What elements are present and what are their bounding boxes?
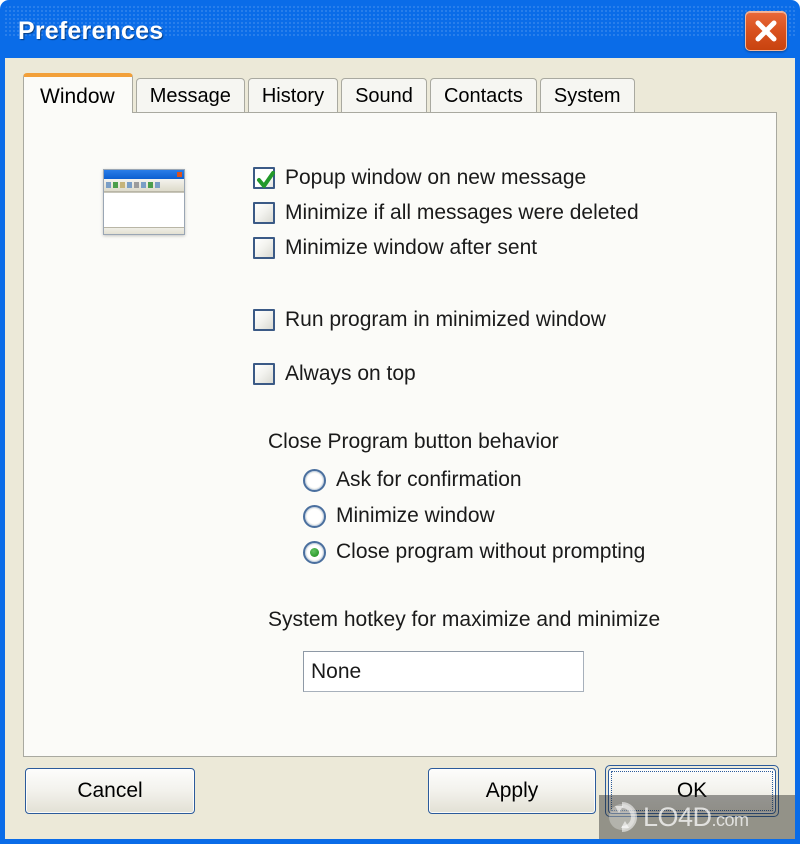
radio-label: Ask for confirmation xyxy=(336,468,522,491)
title-bar[interactable]: Preferences xyxy=(5,4,795,58)
checkbox-row-always-on-top[interactable]: Always on top xyxy=(253,362,416,386)
radio-row-ask-confirmation[interactable]: Ask for confirmation xyxy=(303,468,522,492)
checkmark-icon xyxy=(257,171,275,188)
tab-window[interactable]: Window xyxy=(23,73,133,113)
apply-button[interactable]: Apply xyxy=(428,768,596,814)
tab-panel-window: Popup window on new message Minimize if … xyxy=(23,112,777,757)
checkbox-minimize-if-deleted[interactable] xyxy=(253,202,275,224)
tab-system[interactable]: System xyxy=(539,78,635,112)
tab-contacts[interactable]: Contacts xyxy=(429,78,537,112)
checkbox-popup-window[interactable] xyxy=(253,167,275,189)
preview-toolbar xyxy=(104,179,184,192)
cancel-button[interactable]: Cancel xyxy=(25,768,195,814)
dialog-client-area: Window Message History Sound Contacts Sy… xyxy=(5,58,795,839)
checkbox-label: Popup window on new message xyxy=(285,166,587,189)
checkbox-minimize-after-sent[interactable] xyxy=(253,237,275,259)
close-x-icon xyxy=(755,20,777,42)
checkbox-row-popup-window[interactable]: Popup window on new message xyxy=(253,166,586,190)
tab-label: Sound xyxy=(355,85,413,107)
tab-label: Contacts xyxy=(443,85,523,107)
checkbox-label: Run program in minimized window xyxy=(285,308,606,331)
close-behavior-group-label: Close Program button behavior xyxy=(268,430,559,453)
checkbox-always-on-top[interactable] xyxy=(253,363,275,385)
preview-titlebar xyxy=(104,170,184,179)
preview-close-dot xyxy=(177,172,182,177)
checkbox-row-run-minimized[interactable]: Run program in minimized window xyxy=(253,308,606,332)
tab-label: System xyxy=(553,85,621,107)
tab-label: History xyxy=(261,85,325,107)
radio-close-without-prompting[interactable] xyxy=(303,540,326,564)
radio-row-close-without-prompting[interactable]: Close program without prompting xyxy=(303,540,645,564)
radio-label: Minimize window xyxy=(336,504,495,527)
hotkey-label: System hotkey for maximize and minimize xyxy=(268,608,661,631)
window-preview-thumbnail-icon xyxy=(103,169,185,235)
tab-label: Window xyxy=(40,85,115,108)
radio-row-minimize-window[interactable]: Minimize window xyxy=(303,504,495,528)
dialog-footer: Cancel Apply OK LO4D.com xyxy=(5,757,795,839)
tab-message[interactable]: Message xyxy=(135,78,245,112)
checkbox-label: Always on top xyxy=(285,362,416,385)
preview-body xyxy=(104,192,184,227)
checkbox-row-minimize-after-sent[interactable]: Minimize window after sent xyxy=(253,236,537,260)
checkbox-label: Minimize if all messages were deleted xyxy=(285,201,639,224)
ok-button[interactable]: OK xyxy=(605,765,779,817)
radio-minimize-window[interactable] xyxy=(303,504,326,528)
hotkey-input[interactable]: None xyxy=(303,651,584,692)
preferences-dialog-window: Preferences Window Message History Sound… xyxy=(0,0,800,844)
close-button[interactable] xyxy=(745,11,787,51)
checkbox-row-minimize-if-deleted[interactable]: Minimize if all messages were deleted xyxy=(253,201,639,225)
tab-label: Message xyxy=(149,85,231,107)
tab-strip: Window Message History Sound Contacts Sy… xyxy=(23,72,795,113)
checkbox-label: Minimize window after sent xyxy=(285,236,538,259)
radio-label: Close program without prompting xyxy=(336,540,646,563)
window-title: Preferences xyxy=(18,16,164,45)
tab-sound[interactable]: Sound xyxy=(341,78,427,112)
radio-ask-confirmation[interactable] xyxy=(303,468,326,492)
preview-statusbar xyxy=(104,227,184,234)
checkbox-run-minimized[interactable] xyxy=(253,309,275,331)
tab-history[interactable]: History xyxy=(247,78,339,112)
